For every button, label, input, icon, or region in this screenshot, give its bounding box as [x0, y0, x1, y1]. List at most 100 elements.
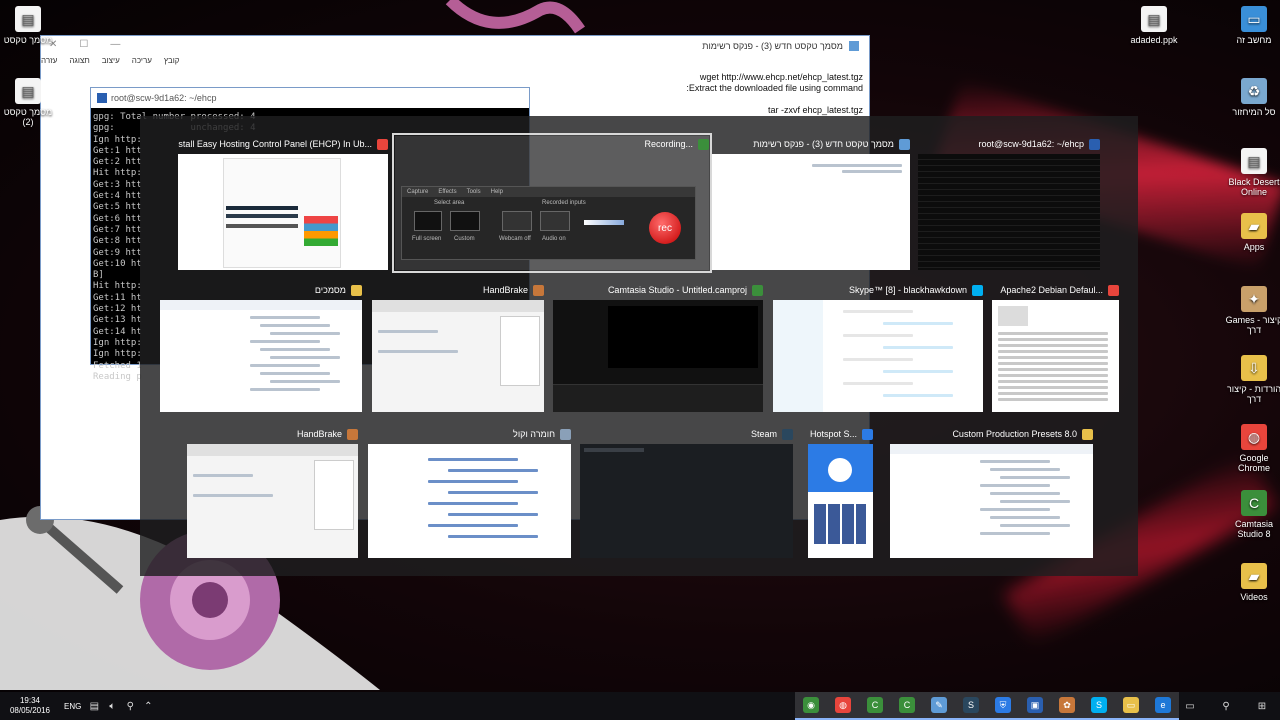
task-view-icon[interactable]: ▭ [1174, 699, 1206, 713]
desktop-icon[interactable]: ✦ Games - קיצור דרך [1224, 286, 1280, 335]
menu-item-help[interactable]: עזרה [41, 56, 57, 70]
thumbnail-title: Steam [750, 429, 777, 439]
notepad-text[interactable]: wget http://www.ehcp.net/ehcp_latest.tgz… [686, 72, 863, 116]
notifications-icon[interactable]: ▤ [87, 699, 101, 713]
recorder-menu-item[interactable]: Capture [407, 189, 428, 195]
desktop-icon[interactable]: ⇩ הורדות - קיצור דרך [1224, 355, 1280, 404]
desktop-icon[interactable]: ▤ adaded.ppk [1124, 6, 1184, 45]
audio-level-slider[interactable] [584, 220, 624, 225]
camtasia-recorder-icon: ◉ [803, 697, 819, 713]
switcher-thumbnail[interactable]: Apache2 Debian Defaul... [992, 282, 1119, 412]
camtasia-studio-icon: C [899, 697, 915, 713]
thumbnail-preview [712, 154, 910, 270]
switcher-thumbnail[interactable]: חומרה וקול [368, 426, 571, 558]
record-button[interactable]: rec [649, 212, 681, 244]
desktop-icon[interactable]: ▰ Videos [1224, 563, 1280, 602]
thumbnail-title-bar: HandBrake [372, 282, 544, 298]
webcam-button[interactable] [502, 211, 532, 231]
switcher-thumbnail[interactable]: Install Easy Hosting Control Panel (EHCP… [178, 136, 388, 270]
text-line: :Extract the downloaded file using comma… [686, 83, 863, 93]
menu-item-view[interactable]: תצוגה [69, 56, 89, 70]
audio-button[interactable] [540, 211, 570, 231]
desktop-icon[interactable]: ▭ מחשב זה [1224, 6, 1280, 45]
maximize-icon[interactable]: ☐ [79, 39, 88, 50]
search-icon[interactable]: ⚲ [1210, 699, 1242, 713]
switcher-thumbnail[interactable]: Camtasia Studio - Untitled.camproj [553, 282, 763, 412]
desktop-icon-label: Games - קיצור דרך [1225, 315, 1280, 335]
language-indicator[interactable]: ENG [64, 702, 81, 711]
taskbar-app-button[interactable]: C [859, 692, 891, 720]
desktop-icon-label: מסמך טקסט (2) [3, 107, 53, 127]
recorder-menu-item[interactable]: Effects [438, 189, 456, 195]
thumbnail-title: מסמך טקסט חדש (3) - פנקס רשימות [753, 139, 894, 149]
switcher-thumbnail[interactable]: Hotspot S... [808, 426, 873, 558]
desktop-icon[interactable]: ▰ Apps [1224, 213, 1280, 252]
menu-item-file[interactable]: קובץ [164, 56, 180, 70]
menu-item-format[interactable]: עיצוב [102, 56, 120, 70]
desktop-icon[interactable]: C Camtasia Studio 8 [1224, 490, 1280, 539]
hotspot-shield-icon: ⛨ [995, 697, 1011, 713]
task-switcher: Install Easy Hosting Control Panel (EHCP… [140, 116, 1138, 576]
switcher-thumbnail[interactable]: Custom Production Presets 8.0 [890, 426, 1093, 558]
taskbar-app-button[interactable]: ◍ [827, 692, 859, 720]
desktop-icon-label: סל המיחזור [1232, 107, 1276, 117]
taskbar-apps: ◉ ◍ C C ✎ S ⛨ ▣ ✿ S ▭ e [795, 692, 1179, 720]
desktop-icon[interactable]: ▤ Black Desert Online [1224, 148, 1280, 197]
windows-start-icon[interactable]: ⊞ [1246, 699, 1278, 713]
taskbar-app-button[interactable]: C [891, 692, 923, 720]
chrome-icon: ◍ [835, 697, 851, 713]
switcher-thumbnail[interactable]: Skype™ [8] - blackhawkdown [773, 282, 983, 412]
taskbar-app-button[interactable]: S [955, 692, 987, 720]
taskbar-app-button[interactable]: ▣ [1019, 692, 1051, 720]
steam-icon [782, 428, 793, 440]
switcher-thumbnail[interactable]: HandBrake [372, 282, 544, 412]
taskbar-app-button[interactable]: ✎ [923, 692, 955, 720]
window-titlebar[interactable]: מסמך טקסט חדש (3) - פנקס רשימות [41, 36, 869, 56]
thumbnail-preview [808, 444, 873, 558]
folder-icon: ▰ [1241, 563, 1267, 589]
thumbnail-title-bar: מסמכים [160, 282, 362, 298]
menu-item-edit[interactable]: עריכה [132, 56, 152, 70]
desktop-icon[interactable]: ◍ Google Chrome [1224, 424, 1280, 473]
taskbar-app-button[interactable]: ⛨ [987, 692, 1019, 720]
camtasia-icon: C [867, 697, 883, 713]
desktop-icon[interactable]: ▤ מסמך טקסט (2) [0, 78, 58, 127]
thumbnail-title: HandBrake [482, 285, 528, 295]
switcher-thumbnail[interactable]: מסמך טקסט חדש (3) - פנקס רשימות [712, 136, 910, 270]
taskbar-app-button[interactable]: ▭ [1115, 692, 1147, 720]
desktop-icon-label: Camtasia Studio 8 [1234, 519, 1273, 539]
switcher-thumbnail[interactable]: Recording... Capture Effects Tools Help Selec… [392, 133, 712, 273]
text-line [686, 94, 863, 105]
taskbar-app-button[interactable]: ◉ [795, 692, 827, 720]
network-icon[interactable]: ⚲ [123, 699, 137, 713]
thumbnail-title-bar: מסמך טקסט חדש (3) - פנקס רשימות [712, 136, 910, 152]
chevron-up-icon[interactable]: ⌃ [141, 699, 155, 713]
recorder-menu-item[interactable]: Help [491, 189, 503, 195]
full-screen-button[interactable] [414, 211, 442, 231]
switcher-thumbnail[interactable]: root@scw-9d1a62: ~/ehcp [918, 136, 1100, 270]
desktop-icon[interactable]: ♻ סל המיחזור [1224, 78, 1280, 117]
thumbnail-preview [372, 300, 544, 412]
taskbar-app-button[interactable]: ✿ [1051, 692, 1083, 720]
tray-clock[interactable]: 19:34 08/05/2016 [0, 696, 60, 716]
switcher-thumbnail[interactable]: מסמכים [160, 282, 362, 412]
custom-area-button[interactable] [450, 211, 480, 231]
notepad-icon: ✎ [931, 697, 947, 713]
window-titlebar[interactable]: root@scw-9d1a62: ~/ehcp [91, 88, 529, 108]
camtasia-icon: C [1241, 490, 1267, 516]
thumbnail-title: מסמכים [314, 285, 346, 295]
desktop-icon[interactable]: ▤ מסמך טקסט [0, 6, 58, 45]
switcher-thumbnail[interactable]: HandBrake [187, 426, 358, 558]
recorder-menu-item[interactable]: Tools [467, 189, 481, 195]
text-file-icon: ▤ [15, 6, 41, 32]
switcher-thumbnail[interactable]: Steam [580, 426, 793, 558]
desktop-icon-label: הורדות - קיצור דרך [1226, 384, 1280, 404]
thumbnail-title: Install Easy Hosting Control Panel (EHCP… [178, 139, 372, 149]
taskbar-right: ▭ ⚲ ⊞ [1172, 692, 1280, 720]
minimize-icon[interactable]: — [110, 39, 120, 50]
notepad-icon [849, 41, 859, 51]
taskbar-app-button[interactable]: S [1083, 692, 1115, 720]
volume-icon[interactable]: 🔈︎ [105, 699, 119, 713]
thumbnail-title-bar: Skype™ [8] - blackhawkdown [773, 282, 983, 298]
chrome-icon [1108, 284, 1119, 296]
